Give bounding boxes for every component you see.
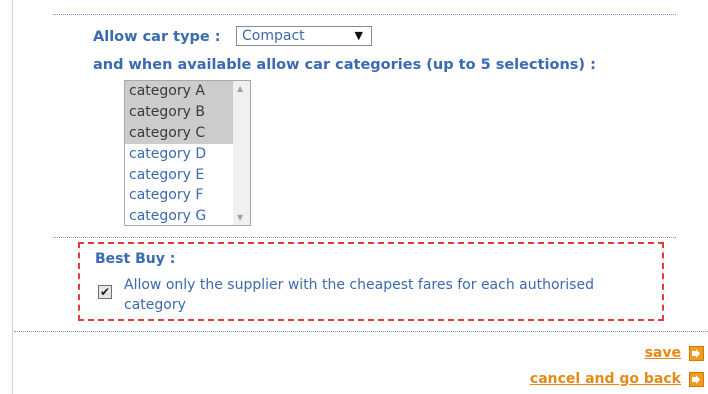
best-buy-checkbox-label: Allow only the supplier with the cheapes… bbox=[124, 277, 594, 313]
car-type-label: Allow car type : bbox=[93, 29, 221, 45]
categories-label: and when available allow car categories … bbox=[93, 57, 596, 73]
list-item[interactable]: category D bbox=[125, 144, 233, 165]
best-buy-checkbox[interactable]: ✔ bbox=[98, 285, 112, 299]
dropdown-arrow-icon: ▼ bbox=[354, 29, 363, 42]
list-item[interactable]: category G bbox=[125, 206, 233, 225]
category-listbox[interactable]: category Acategory Bcategory Ccategory D… bbox=[124, 80, 251, 226]
checkmark-icon: ✔ bbox=[99, 285, 111, 299]
best-buy-title: Best Buy : bbox=[95, 251, 176, 267]
list-item[interactable]: category F bbox=[125, 185, 233, 206]
car-type-select[interactable]: Compact ▼ bbox=[236, 26, 372, 46]
car-type-selected-value: Compact bbox=[242, 28, 305, 44]
list-item[interactable]: category E bbox=[125, 165, 233, 186]
save-arrow-icon[interactable] bbox=[689, 346, 704, 361]
divider-middle bbox=[53, 237, 676, 238]
scroll-up-icon[interactable]: ▲ bbox=[237, 84, 243, 93]
category-list: category Acategory Bcategory Ccategory D… bbox=[125, 81, 233, 225]
save-link[interactable]: save bbox=[645, 345, 681, 361]
divider-top bbox=[53, 14, 676, 15]
list-item[interactable]: category C bbox=[125, 122, 233, 144]
list-item[interactable]: category A bbox=[125, 81, 233, 102]
cancel-link[interactable]: cancel and go back bbox=[530, 371, 681, 387]
left-border bbox=[12, 0, 13, 394]
scroll-down-icon[interactable]: ▼ bbox=[237, 213, 243, 222]
cancel-arrow-icon[interactable] bbox=[689, 372, 704, 387]
divider-bottom bbox=[14, 331, 708, 332]
list-item[interactable]: category B bbox=[125, 101, 233, 123]
listbox-scrollbar[interactable]: ▲ ▼ bbox=[233, 81, 250, 225]
